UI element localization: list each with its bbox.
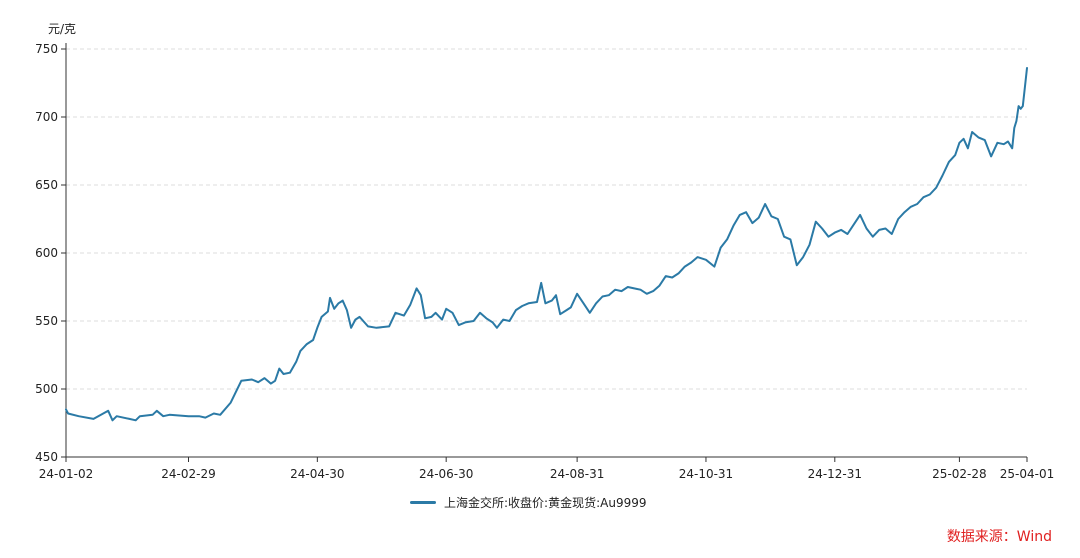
data-source-note: 数据来源：Wind bbox=[946, 529, 1052, 545]
grid-lines bbox=[66, 48, 1027, 390]
y-tick-label: 650 bbox=[35, 178, 58, 192]
x-tick-label: 24-08-31 bbox=[550, 467, 604, 481]
y-tick-label: 600 bbox=[35, 246, 58, 260]
y-tick-label: 550 bbox=[35, 314, 58, 328]
tick-labels: 750 700 650 600 550 500 450 24-01-02 24-02-29 24-… bbox=[35, 42, 1054, 481]
y-tick-label: 750 bbox=[35, 42, 58, 56]
x-tick-label: 25-04-01 bbox=[1000, 467, 1054, 481]
legend-label-gold-price: 上海金交所:收盘价:黄金现货:Au9999 bbox=[444, 496, 647, 510]
x-tick-label: 24-01-02 bbox=[39, 467, 93, 481]
y-tick-label: 700 bbox=[35, 110, 58, 124]
x-tick-label: 25-02-28 bbox=[932, 467, 986, 481]
y-tick-label: 500 bbox=[35, 382, 58, 396]
x-tick-label: 24-12-31 bbox=[808, 467, 862, 481]
x-tick-label: 24-10-31 bbox=[679, 467, 733, 481]
series-line-gold-price bbox=[65, 67, 1028, 422]
chart-legend: 上海金交所:收盘价:黄金现货:Au9999 bbox=[410, 494, 646, 511]
series-layer bbox=[65, 67, 1028, 422]
legend-swatch-gold-price bbox=[410, 501, 436, 504]
x-tick-label: 24-02-29 bbox=[161, 467, 215, 481]
x-tick-label: 24-04-30 bbox=[290, 467, 344, 481]
y-tick-label: 450 bbox=[35, 450, 58, 464]
y-axis-unit-label: 元/克 bbox=[48, 22, 76, 36]
line-chart: 750 700 650 600 550 500 450 24-01-02 24-02-29 24-… bbox=[35, 22, 1054, 481]
x-tick-label: 24-06-30 bbox=[419, 467, 473, 481]
